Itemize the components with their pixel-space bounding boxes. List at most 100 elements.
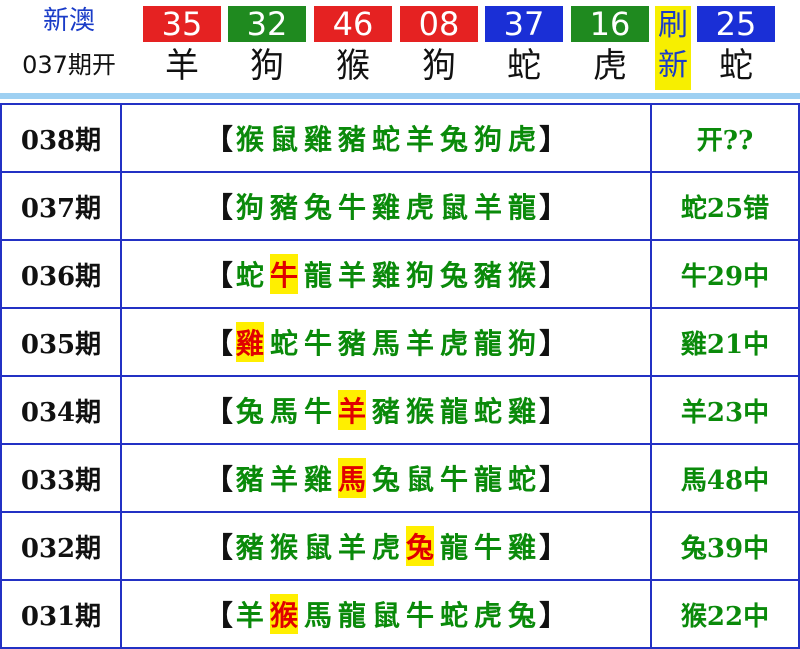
- zodiac-item: 兔: [303, 191, 332, 224]
- zodiac-item: 龍: [474, 463, 503, 496]
- zodiac-item: 豬: [235, 531, 264, 564]
- ball-zodiac: 猴: [336, 46, 370, 86]
- table-row: 033期【豬羊雞馬兔鼠牛龍蛇】馬48中: [0, 443, 800, 513]
- open-bracket: 【: [204, 531, 233, 564]
- close-bracket: 】: [539, 395, 568, 428]
- zodiac-item: 蛇: [269, 327, 298, 360]
- table-row: 037期【狗豬兔牛雞虎鼠羊龍】蛇25错: [0, 171, 800, 241]
- ball-zodiac: 狗: [250, 46, 284, 86]
- zodiac-item: 馬: [269, 395, 298, 428]
- zodiac-list-cell: 【兔馬牛羊豬猴龍蛇雞】: [120, 375, 652, 445]
- zodiac-item: 猴: [406, 395, 435, 428]
- ball-6: 16 虎: [571, 6, 649, 88]
- zodiac-item: 蛇: [508, 463, 537, 496]
- zodiac-item: 羊: [474, 191, 503, 224]
- prediction-table: 038期【猴鼠雞豬蛇羊兔狗虎】开?? 037期【狗豬兔牛雞虎鼠羊龍】蛇25错 036…: [0, 103, 800, 649]
- zodiac-item: 虎: [440, 327, 469, 360]
- zodiac-list-cell: 【猴鼠雞豬蛇羊兔狗虎】: [120, 103, 652, 173]
- zodiac-item: 豬: [269, 191, 298, 224]
- result-cell: 开??: [650, 103, 800, 173]
- ball-number: 16: [571, 6, 649, 42]
- open-bracket: 【: [204, 599, 233, 632]
- zodiac-item: 牛: [337, 191, 366, 224]
- zodiac-item: 虎: [371, 531, 400, 564]
- zodiac-item: 雞: [508, 395, 537, 428]
- open-bracket: 【: [204, 463, 233, 496]
- zodiac-item: 狗: [508, 327, 537, 360]
- zodiac-item: 龍: [337, 599, 366, 632]
- table-row: 032期【豬猴鼠羊虎兔龍牛雞】兔39中: [0, 511, 800, 581]
- refresh-button[interactable]: 刷 新: [655, 6, 691, 90]
- zodiac-hit: 羊: [337, 390, 366, 430]
- period-cell: 036期: [0, 239, 122, 309]
- period-cell: 038期: [0, 103, 122, 173]
- ball-number: 08: [400, 6, 478, 42]
- zodiac-item: 兔: [440, 259, 469, 292]
- special-number: 25: [697, 6, 775, 42]
- period-cell: 033期: [0, 443, 122, 513]
- zodiac-item: 龍: [440, 531, 469, 564]
- zodiac-item: 猴: [269, 531, 298, 564]
- zodiac-list-cell: 【羊猴馬龍鼠牛蛇虎兔】: [120, 579, 652, 649]
- zodiac-item: 兔: [508, 599, 537, 632]
- zodiac-item: 龍: [508, 191, 537, 224]
- result-cell: 馬48中: [650, 443, 800, 513]
- close-bracket: 】: [539, 123, 568, 156]
- result-cell: 羊23中: [650, 375, 800, 445]
- zodiac-item: 牛: [474, 531, 503, 564]
- ball-zodiac: 虎: [593, 46, 627, 86]
- zodiac-item: 龍: [440, 395, 469, 428]
- table-row: 031期【羊猴馬龍鼠牛蛇虎兔】猴22中: [0, 579, 800, 649]
- zodiac-list-cell: 【狗豬兔牛雞虎鼠羊龍】: [120, 171, 652, 241]
- zodiac-item: 豬: [337, 327, 366, 360]
- zodiac-item: 羊: [337, 531, 366, 564]
- zodiac-item: 雞: [508, 531, 537, 564]
- ball-number: 37: [485, 6, 563, 42]
- period-cell: 035期: [0, 307, 122, 377]
- period-cell: 034期: [0, 375, 122, 445]
- zodiac-item: 牛: [303, 395, 332, 428]
- zodiac-item: 龍: [303, 259, 332, 292]
- ball-3: 46 猴: [314, 6, 392, 88]
- zodiac-list-cell: 【豬羊雞馬兔鼠牛龍蛇】: [120, 443, 652, 513]
- zodiac-item: 狗: [406, 259, 435, 292]
- open-bracket: 【: [204, 259, 233, 292]
- zodiac-item: 羊: [406, 327, 435, 360]
- open-bracket: 【: [204, 191, 233, 224]
- special-zodiac: 蛇: [719, 46, 753, 86]
- table-row: 034期【兔馬牛羊豬猴龍蛇雞】羊23中: [0, 375, 800, 445]
- zodiac-list-cell: 【蛇牛龍羊雞狗兔豬猴】: [120, 239, 652, 309]
- zodiac-item: 兔: [440, 123, 469, 156]
- zodiac-hit: 兔: [406, 526, 435, 566]
- ball-number: 35: [143, 6, 221, 42]
- zodiac-item: 豬: [337, 123, 366, 156]
- ball-zodiac: 羊: [165, 46, 199, 86]
- zodiac-list-cell: 【雞蛇牛豬馬羊虎龍狗】: [120, 307, 652, 377]
- brand-name: 新澳: [42, 6, 95, 36]
- zodiac-item: 鼠: [269, 123, 298, 156]
- zodiac-item: 鼠: [303, 531, 332, 564]
- zodiac-item: 狗: [235, 191, 264, 224]
- ball-5: 37 蛇: [485, 6, 563, 88]
- zodiac-item: 蛇: [235, 259, 264, 292]
- open-bracket: 【: [204, 327, 233, 360]
- zodiac-item: 馬: [371, 327, 400, 360]
- ball-zodiac: 蛇: [507, 46, 541, 86]
- zodiac-item: 鼠: [406, 463, 435, 496]
- zodiac-item: 蛇: [474, 395, 503, 428]
- zodiac-item: 豬: [235, 463, 264, 496]
- close-bracket: 】: [539, 599, 568, 632]
- open-bracket: 【: [204, 123, 233, 156]
- period-cell: 037期: [0, 171, 122, 241]
- brand-block: 新澳 037期开: [14, 4, 124, 82]
- zodiac-item: 豬: [371, 395, 400, 428]
- zodiac-item: 狗: [474, 123, 503, 156]
- result-cell: 兔39中: [650, 511, 800, 581]
- zodiac-item: 羊: [269, 463, 298, 496]
- zodiac-item: 蛇: [440, 599, 469, 632]
- ball-zodiac: 狗: [422, 46, 456, 86]
- ball-2: 32 狗: [228, 6, 306, 88]
- special-ball: 25 蛇: [697, 6, 775, 88]
- zodiac-item: 雞: [371, 259, 400, 292]
- zodiac-hit: 雞: [235, 322, 264, 362]
